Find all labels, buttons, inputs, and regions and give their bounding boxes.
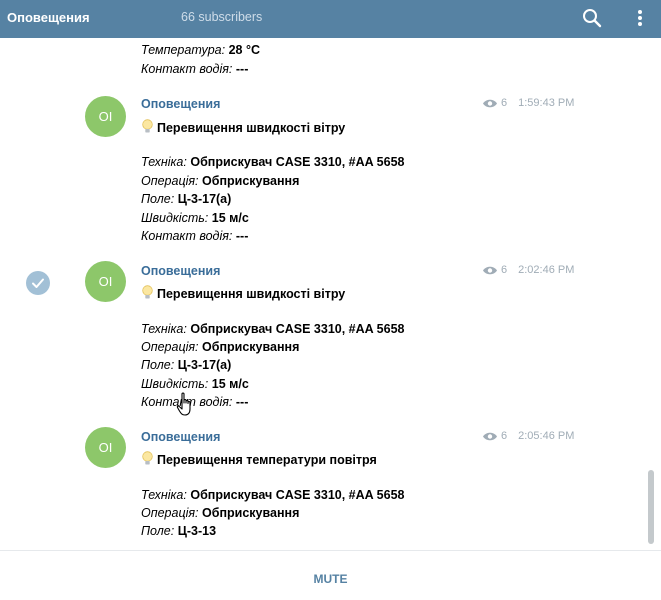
message-field: Операція: Обприскування <box>141 340 300 354</box>
lightbulb-icon <box>142 285 153 299</box>
message-field: Техніка: Обприскувач CASE 3310, #AA 5658 <box>141 155 405 169</box>
lightbulb-icon <box>142 119 153 133</box>
avatar[interactable]: OI <box>85 96 126 137</box>
message-field: Швидкість: 15 м/с <box>141 377 249 391</box>
footer-bar: MUTE <box>0 550 661 600</box>
sender-name[interactable]: Оповещения <box>141 97 220 111</box>
more-vertical-icon[interactable] <box>630 6 650 30</box>
message-field: Контакт водія: --- <box>141 229 249 243</box>
message-headline: Перевищення температури повітря <box>141 451 377 467</box>
sender-name[interactable]: Оповещения <box>141 430 220 444</box>
subscriber-count: 66 subscribers <box>181 10 263 24</box>
message-headline: Перевищення швидкості вітру <box>141 119 345 135</box>
view-count: 6 <box>501 430 508 443</box>
message-time: 1:59:43 PM <box>518 97 575 110</box>
channel-header: Оповещения 66 subscribers <box>0 0 661 38</box>
message-field: Техніка: Обприскувач CASE 3310, #AA 5658 <box>141 488 405 502</box>
avatar[interactable]: OI <box>85 427 126 468</box>
message-field: Швидкість: 15 м/с <box>141 211 249 225</box>
message-field: Операція: Обприскування <box>141 506 300 520</box>
search-icon[interactable] <box>580 6 604 30</box>
message-meta: 6 2:05:46 PM <box>482 430 574 442</box>
message-field: Техніка: Обприскувач CASE 3310, #AA 5658 <box>141 322 405 336</box>
view-count: 6 <box>501 264 508 277</box>
message-time: 2:05:46 PM <box>518 430 575 443</box>
message-headline: Перевищення швидкості вітру <box>141 285 345 301</box>
eye-icon <box>483 99 497 107</box>
message-field: Поле: Ц-3-17(а) <box>141 358 232 372</box>
message-field: Операція: Обприскування <box>141 174 300 188</box>
scrollbar-thumb[interactable] <box>648 470 654 544</box>
message-meta: 6 1:59:43 PM <box>482 97 574 109</box>
message-field: Поле: Ц-3-17(а) <box>141 192 232 206</box>
message-history[interactable]: Температура: 28 °C Контакт водія: --- OI… <box>0 38 661 550</box>
message-field: Поле: Ц-3-13 <box>141 524 217 538</box>
eye-icon <box>483 432 497 440</box>
view-count: 6 <box>501 97 508 110</box>
message-time: 2:02:46 PM <box>518 264 575 277</box>
lightbulb-icon <box>142 451 153 465</box>
sender-name[interactable]: Оповещения <box>141 264 220 278</box>
eye-icon <box>483 266 497 274</box>
selected-check-icon[interactable] <box>26 271 50 295</box>
avatar[interactable]: OI <box>85 261 126 302</box>
mute-button[interactable]: MUTE <box>0 572 661 586</box>
hand-cursor-icon <box>176 392 191 416</box>
channel-title[interactable]: Оповещения <box>7 10 90 25</box>
message-field: Контакт водія: --- <box>141 62 249 76</box>
message-field: Температура: 28 °C <box>141 43 260 57</box>
message-meta: 6 2:02:46 PM <box>482 264 574 276</box>
